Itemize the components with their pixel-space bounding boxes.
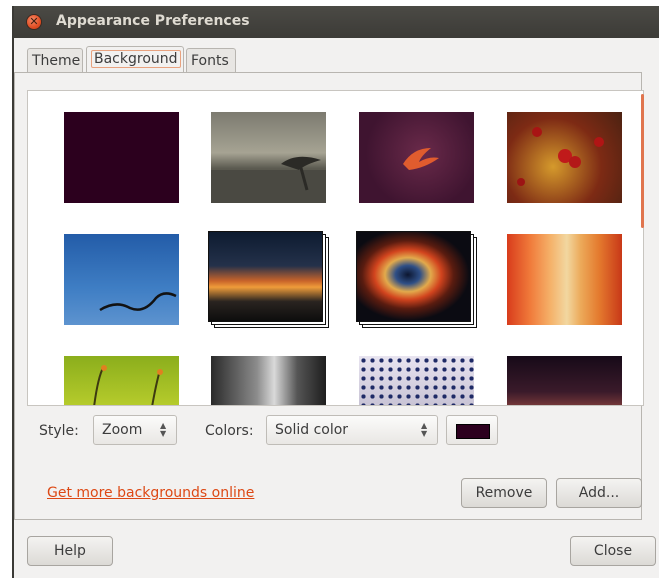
tab-fonts-label: Fonts: [191, 53, 229, 69]
wallpaper-thumbnail[interactable]: [359, 112, 474, 203]
color-swatch: [456, 424, 490, 439]
tab-background[interactable]: Background: [86, 46, 184, 72]
style-combo-value: Zoom: [102, 422, 143, 438]
gallery-scrollbar[interactable]: [641, 94, 644, 228]
wallpaper-thumbnail[interactable]: [64, 112, 179, 203]
color-picker-button[interactable]: [446, 415, 498, 445]
updown-arrows-icon: ▲ ▼: [421, 421, 428, 438]
wallpaper-thumbnail[interactable]: [507, 234, 622, 325]
tab-background-label: Background: [91, 50, 181, 68]
style-combo[interactable]: Zoom ▲ ▼: [93, 415, 177, 445]
wallpaper-gallery[interactable]: [27, 90, 644, 406]
updown-arrows-icon: ▲ ▼: [160, 421, 167, 438]
wallpaper-thumbnail[interactable]: [211, 112, 326, 203]
wallpaper-thumbnail[interactable]: [359, 356, 474, 405]
colors-combo-value: Solid color: [275, 422, 349, 438]
wallpaper-thumbnail[interactable]: [64, 356, 179, 405]
title-bar[interactable]: ✕ Appearance Preferences: [14, 6, 659, 38]
wallpaper-slideshow-thumbnail[interactable]: [208, 231, 329, 328]
add-button[interactable]: Add...: [556, 478, 642, 508]
window-close-icon[interactable]: ✕: [26, 14, 42, 30]
help-button[interactable]: Help: [27, 536, 113, 566]
wallpaper-slideshow-thumbnail[interactable]: [356, 231, 477, 328]
colors-combo[interactable]: Solid color ▲ ▼: [266, 415, 438, 445]
wallpaper-thumbnail[interactable]: [507, 112, 622, 203]
remove-button[interactable]: Remove: [461, 478, 547, 508]
colors-label: Colors:: [205, 423, 254, 439]
tab-fonts[interactable]: Fonts: [186, 48, 236, 72]
style-label: Style:: [39, 423, 79, 439]
get-more-backgrounds-link[interactable]: Get more backgrounds online: [47, 485, 254, 501]
close-button[interactable]: Close: [570, 536, 656, 566]
wallpaper-thumbnail[interactable]: [64, 234, 179, 325]
wallpaper-thumbnail[interactable]: [507, 356, 622, 405]
window-title: Appearance Preferences: [56, 13, 250, 29]
tab-theme[interactable]: Theme: [27, 48, 83, 72]
tab-theme-label: Theme: [32, 53, 81, 69]
wallpaper-thumbnail[interactable]: [211, 356, 326, 405]
